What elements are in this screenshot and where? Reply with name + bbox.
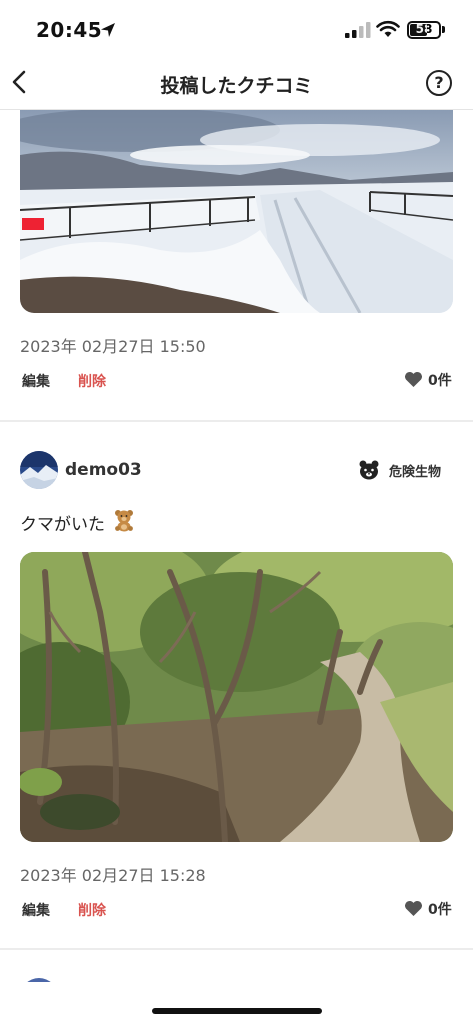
status-bar: 20:45 58: [0, 0, 473, 56]
post-date: 2023年 02月27日 15:28: [20, 866, 206, 885]
heart-icon: [405, 371, 422, 388]
snowy-road-photo[interactable]: [20, 110, 453, 313]
wifi-icon: [376, 20, 400, 37]
post-date: 2023年 02月27日 15:50: [20, 337, 206, 356]
page-title: 投稿したクチコミ: [160, 75, 313, 97]
edit-button[interactable]: 編集: [22, 900, 50, 920]
battery-cap: [442, 26, 445, 33]
comment-text: クマがいた: [20, 515, 105, 535]
like-button[interactable]: 0件: [404, 370, 456, 390]
username[interactable]: demo03: [65, 460, 142, 480]
post-divider: [0, 948, 473, 950]
battery-level: 58: [415, 22, 433, 36]
teddy-bear-emoji: [115, 510, 133, 532]
like-button[interactable]: 0件: [404, 899, 456, 919]
cellular-signal-icon: [345, 22, 371, 38]
avatar[interactable]: [20, 451, 58, 489]
home-indicator[interactable]: [152, 1008, 322, 1014]
delete-button[interactable]: 削除: [78, 371, 106, 391]
like-count: 0件: [428, 373, 452, 389]
bottom-safe-area: [0, 982, 473, 1024]
edit-button[interactable]: 編集: [22, 371, 50, 391]
post-divider: [0, 420, 473, 422]
battery-icon: 58: [407, 21, 441, 39]
nav-header: 投稿したクチコミ ?: [0, 56, 473, 110]
forest-trail-photo[interactable]: [20, 552, 453, 842]
location-arrow-icon: [101, 23, 115, 37]
bear-icon: [359, 460, 379, 480]
like-count: 0件: [428, 902, 452, 918]
help-icon[interactable]: ?: [426, 70, 452, 96]
category-label: 危険生物: [389, 465, 442, 480]
delete-button[interactable]: 削除: [78, 900, 106, 920]
heart-icon: [405, 900, 422, 917]
status-time: 20:45: [36, 18, 103, 42]
